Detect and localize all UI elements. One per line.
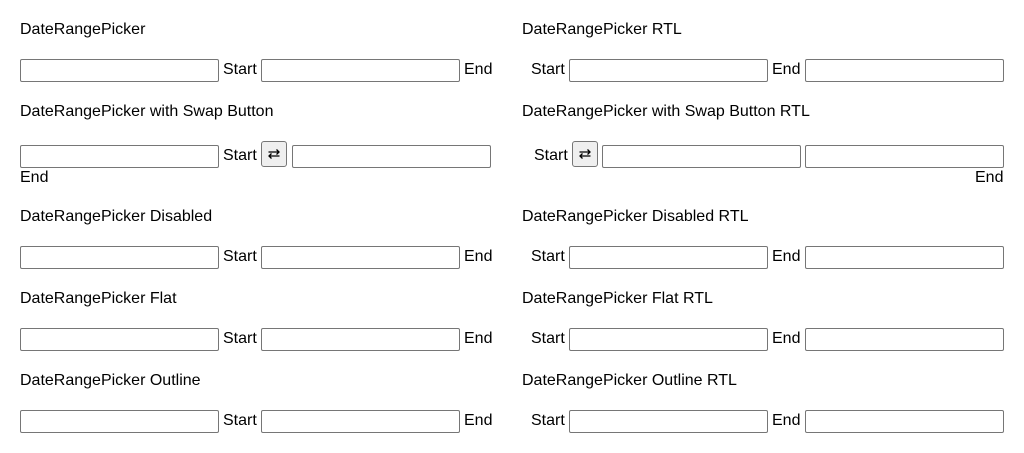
start-date-input-outline[interactable] (20, 410, 219, 433)
swap-button[interactable] (261, 141, 287, 167)
end-label-flat: End (464, 330, 493, 347)
start-date-input-outline-rtl[interactable] (569, 410, 768, 433)
end-label-outline: End (464, 412, 493, 429)
end-date-input-outline[interactable] (261, 410, 460, 433)
end-label-disabled: End (464, 248, 493, 265)
section-title-basic: DateRangePicker (20, 21, 146, 38)
end-date-input-basic-rtl[interactable] (805, 59, 1004, 82)
start-date-input-disabled-rtl[interactable] (569, 246, 768, 269)
section-title-swap: DateRangePicker with Swap Button (20, 103, 274, 120)
section-title-disabled: DateRangePicker Disabled (20, 208, 213, 225)
swap-button-rtl[interactable] (572, 141, 598, 167)
end-label-basic-rtl: End (772, 61, 801, 78)
start-date-input-swap-rtl[interactable] (602, 145, 801, 168)
start-label-outline-rtl: Start (531, 412, 565, 429)
end-date-input-flat-rtl[interactable] (805, 328, 1004, 351)
end-date-input-swap[interactable] (292, 145, 491, 168)
end-label-flat-rtl: End (772, 330, 801, 347)
start-label-basic-rtl: Start (531, 61, 565, 78)
end-label-disabled-rtl: End (772, 248, 801, 265)
start-date-input-swap[interactable] (20, 145, 219, 168)
start-label-swap: Start (223, 147, 257, 164)
end-label-basic: End (464, 61, 493, 78)
swap-arrows-icon (579, 149, 591, 159)
start-label-outline: Start (223, 412, 257, 429)
section-title-basic-rtl: DateRangePicker RTL (522, 21, 682, 38)
start-date-input-flat-rtl[interactable] (569, 328, 768, 351)
end-date-input-disabled-rtl[interactable] (805, 246, 1004, 269)
end-date-input-swap-rtl[interactable] (805, 145, 1004, 168)
start-label-disabled-rtl: Start (531, 248, 565, 265)
end-label-outline-rtl: End (772, 412, 801, 429)
end-date-input-flat[interactable] (261, 328, 460, 351)
section-title-swap-rtl: DateRangePicker with Swap Button RTL (522, 103, 810, 120)
start-label-flat: Start (223, 330, 257, 347)
end-date-input-outline-rtl[interactable] (805, 410, 1004, 433)
start-label-disabled: Start (223, 248, 257, 265)
start-date-input-flat[interactable] (20, 328, 219, 351)
swap-arrows-icon (268, 149, 280, 159)
section-title-flat-rtl: DateRangePicker Flat RTL (522, 290, 713, 307)
start-label-flat-rtl: Start (531, 330, 565, 347)
end-label-swap: End (20, 169, 49, 186)
section-title-outline: DateRangePicker Outline (20, 372, 201, 389)
end-label-swap-rtl: End (975, 169, 1004, 186)
start-date-input-basic-rtl[interactable] (569, 59, 768, 82)
start-label-basic: Start (223, 61, 257, 78)
section-title-flat: DateRangePicker Flat (20, 290, 177, 307)
start-date-input-basic[interactable] (20, 59, 219, 82)
section-title-outline-rtl: DateRangePicker Outline RTL (522, 372, 737, 389)
start-date-input-disabled[interactable] (20, 246, 219, 269)
section-title-disabled-rtl: DateRangePicker Disabled RTL (522, 208, 749, 225)
end-date-input-disabled[interactable] (261, 246, 460, 269)
end-date-input-basic[interactable] (261, 59, 460, 82)
start-label-swap-rtl: Start (534, 147, 568, 164)
